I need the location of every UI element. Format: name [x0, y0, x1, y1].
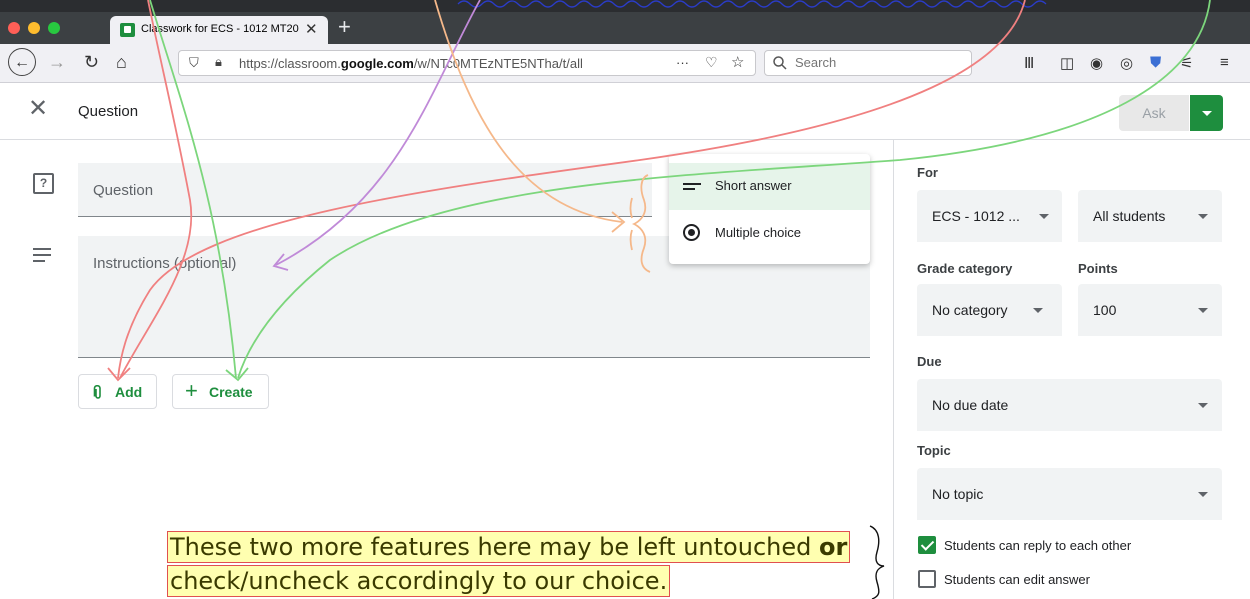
due-label: Due: [917, 354, 942, 369]
topic-label: Topic: [917, 443, 951, 458]
annotation-bold-text: or: [818, 533, 848, 561]
menu-item-label: Short answer: [715, 178, 792, 193]
tab-close-icon[interactable]: ✕: [305, 20, 318, 38]
question-placeholder: Question: [93, 182, 154, 199]
due-value: No due date: [932, 397, 1009, 413]
browser-tab[interactable]: Classwork for ECS - 1012 MT20 ✕: [110, 16, 328, 44]
close-icon[interactable]: ✕: [28, 97, 48, 121]
ask-button[interactable]: Ask: [1119, 95, 1189, 131]
menu-item-multiple-choice[interactable]: Multiple choice: [669, 210, 870, 257]
extension-icon[interactable]: ◎: [1120, 54, 1133, 72]
annotation-line-2: check/uncheck accordingly to our choice.: [167, 565, 671, 597]
bookmark-star-icon[interactable]: ☆: [731, 53, 744, 71]
url-domain: google.com: [340, 56, 414, 71]
shield-icon[interactable]: ⛉: [189, 55, 199, 71]
new-tab-button[interactable]: +: [338, 14, 351, 40]
grade-category-value: No category: [932, 302, 1008, 318]
url-path: /w/NTc0MTEzNTE5NTha/t/all: [413, 56, 583, 71]
add-button[interactable]: Add: [78, 374, 157, 409]
chevron-down-icon: [1039, 214, 1049, 219]
black-curly-brace: [869, 525, 885, 599]
lock-icon[interactable]: 🔒︎: [215, 54, 222, 70]
menu-icon[interactable]: ≡: [1220, 54, 1229, 71]
ask-options-chevron-down-icon[interactable]: [1190, 95, 1223, 131]
question-type-menu: Short answer Multiple choice: [669, 154, 870, 264]
grade-category-label: Grade category: [917, 261, 1013, 276]
window-close-button[interactable]: [8, 22, 20, 34]
points-value: 100: [1093, 302, 1117, 318]
header-divider: [0, 139, 1250, 140]
search-input[interactable]: [793, 54, 967, 71]
add-label: Add: [115, 384, 143, 400]
sidebar-icon[interactable]: ◫: [1060, 54, 1074, 72]
due-select[interactable]: No due date: [917, 379, 1222, 431]
url-prefix: https://classroom.: [239, 56, 341, 71]
classroom-favicon-icon: [120, 23, 135, 37]
chevron-down-icon: [1033, 308, 1043, 313]
question-input[interactable]: Question: [78, 163, 652, 217]
paperclip-icon: [93, 385, 101, 399]
browser-toolbar: ← → ↻ ⌂ ⛉ 🔒︎ https://classroom.google.co…: [0, 44, 1250, 83]
chevron-down-icon: [1198, 214, 1208, 219]
short-answer-icon: [683, 183, 701, 193]
grade-category-select[interactable]: No category: [917, 284, 1062, 336]
reply-checkbox[interactable]: [918, 536, 936, 554]
window-titlebar: [0, 0, 1250, 12]
plus-icon: +: [185, 378, 198, 403]
chevron-down-icon: [1198, 492, 1208, 497]
menu-item-short-answer[interactable]: Short answer: [669, 163, 870, 210]
back-button[interactable]: ←: [8, 48, 36, 76]
home-icon[interactable]: ⌂: [116, 52, 127, 73]
search-bar[interactable]: [764, 50, 972, 76]
url-bar[interactable]: ⛉ 🔒︎ https://classroom.google.com/w/NTc0…: [178, 50, 756, 76]
points-select[interactable]: 100: [1078, 284, 1222, 336]
create-button[interactable]: + Create: [172, 374, 269, 409]
library-icon[interactable]: Ⅲ: [1024, 54, 1034, 72]
privacy-badger-icon[interactable]: ⛊: [1150, 54, 1161, 71]
create-label: Create: [209, 384, 253, 400]
topic-value: No topic: [932, 486, 984, 502]
browser-tab-bar: Classwork for ECS - 1012 MT20 ✕ +: [0, 0, 1250, 44]
annotation-line-1: These two more features here may be left…: [167, 531, 851, 563]
url-text: https://classroom.google.com/w/NTc0MTEzN…: [239, 56, 583, 71]
reload-button[interactable]: ↻: [84, 52, 99, 73]
panel-divider: [893, 140, 894, 599]
reply-label: Students can reply to each other: [944, 538, 1132, 553]
points-label: Points: [1078, 261, 1118, 276]
window-maximize-button[interactable]: [48, 22, 60, 34]
radio-icon: [683, 224, 700, 241]
topic-select[interactable]: No topic: [917, 468, 1222, 520]
question-icon: ?: [33, 173, 54, 194]
class-value: ECS - 1012 ...: [932, 208, 1020, 224]
chevron-down-icon: [1198, 308, 1208, 313]
chevron-down-icon: [1198, 403, 1208, 408]
edit-checkbox[interactable]: [918, 570, 936, 588]
tab-title: Classwork for ECS - 1012 MT20: [141, 23, 299, 35]
window-minimize-button[interactable]: [28, 22, 40, 34]
forward-button[interactable]: →: [48, 52, 66, 73]
pocket-icon[interactable]: ♡: [705, 54, 718, 71]
edit-label: Students can edit answer: [944, 572, 1090, 587]
students-select[interactable]: All students: [1078, 190, 1222, 242]
account-icon[interactable]: ◉: [1090, 54, 1103, 72]
menu-item-label: Multiple choice: [715, 225, 801, 240]
page-title: Question: [78, 103, 139, 120]
page-actions-icon[interactable]: ···: [676, 55, 689, 70]
cast-icon[interactable]: ⚟: [1180, 54, 1193, 72]
class-select[interactable]: ECS - 1012 ...: [917, 190, 1062, 242]
search-icon: [773, 56, 787, 70]
instructions-placeholder: Instructions (optional): [93, 255, 237, 272]
for-label: For: [917, 165, 938, 180]
annotation-text: These two more features here may be left…: [170, 533, 819, 561]
instructions-icon: [33, 248, 51, 266]
students-value: All students: [1093, 208, 1166, 224]
